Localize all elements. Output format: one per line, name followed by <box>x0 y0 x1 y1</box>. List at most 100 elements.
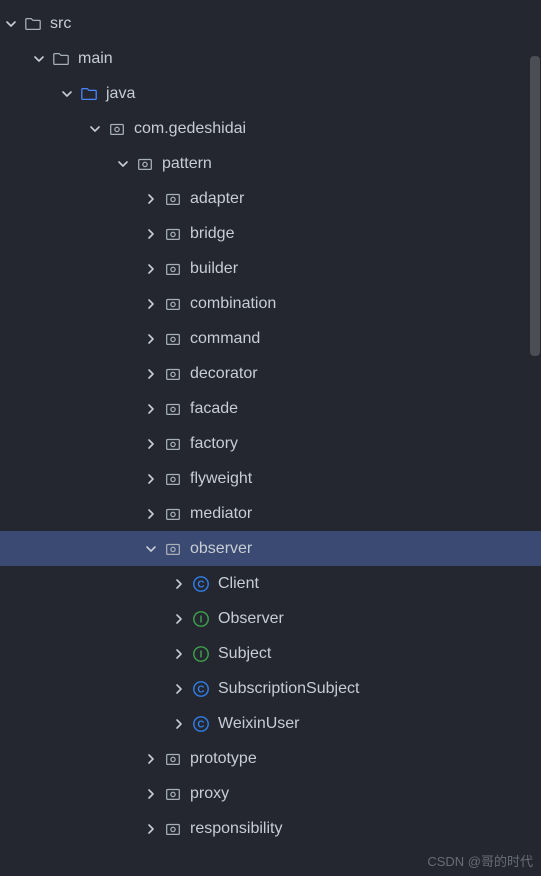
package-icon <box>106 120 128 138</box>
chevron-right-icon[interactable] <box>168 648 190 660</box>
package-icon <box>162 785 184 803</box>
tree-item[interactable]: decorator <box>0 356 541 391</box>
interface-icon: I <box>190 610 212 628</box>
class-icon: C <box>190 715 212 733</box>
tree-item[interactable]: observer <box>0 531 541 566</box>
package-icon <box>162 400 184 418</box>
tree-item-label: flyweight <box>190 470 252 488</box>
chevron-right-icon[interactable] <box>140 368 162 380</box>
tree-item[interactable]: C Client <box>0 566 541 601</box>
tree-item[interactable]: java <box>0 76 541 111</box>
class-icon: C <box>190 575 212 593</box>
package-icon <box>162 295 184 313</box>
package-icon <box>162 365 184 383</box>
chevron-right-icon[interactable] <box>168 718 190 730</box>
tree-item-label: combination <box>190 295 276 313</box>
tree-item[interactable]: builder <box>0 251 541 286</box>
package-icon <box>162 225 184 243</box>
tree-item-label: facade <box>190 400 238 418</box>
tree-item[interactable]: src <box>0 6 541 41</box>
chevron-right-icon[interactable] <box>140 333 162 345</box>
chevron-down-icon[interactable] <box>140 543 162 555</box>
chevron-right-icon[interactable] <box>140 228 162 240</box>
tree-item-label: Observer <box>218 610 284 628</box>
tree-item[interactable]: mediator <box>0 496 541 531</box>
package-icon <box>134 155 156 173</box>
chevron-down-icon[interactable] <box>84 123 106 135</box>
chevron-right-icon[interactable] <box>140 508 162 520</box>
chevron-right-icon[interactable] <box>140 473 162 485</box>
tree-item-label: src <box>50 15 71 33</box>
package-icon <box>162 750 184 768</box>
scrollbar-thumb[interactable] <box>530 56 540 356</box>
tree-item-label: observer <box>190 540 252 558</box>
svg-text:C: C <box>197 579 204 590</box>
source-folder-icon <box>78 85 100 103</box>
interface-icon: I <box>190 645 212 663</box>
svg-text:I: I <box>200 649 203 660</box>
tree-item-label: adapter <box>190 190 244 208</box>
chevron-down-icon[interactable] <box>112 158 134 170</box>
tree-item[interactable]: flyweight <box>0 461 541 496</box>
tree-item-label: prototype <box>190 750 257 768</box>
tree-item[interactable]: I Subject <box>0 636 541 671</box>
tree-item-label: Client <box>218 575 259 593</box>
folder-open-icon <box>22 15 44 33</box>
tree-item-label: proxy <box>190 785 229 803</box>
tree-item-label: SubscriptionSubject <box>218 680 359 698</box>
tree-item-label: main <box>78 50 113 68</box>
tree-item[interactable]: C WeixinUser <box>0 706 541 741</box>
chevron-right-icon[interactable] <box>140 788 162 800</box>
chevron-right-icon[interactable] <box>140 403 162 415</box>
chevron-right-icon[interactable] <box>140 298 162 310</box>
tree-item-label: WeixinUser <box>218 715 300 733</box>
package-icon <box>162 190 184 208</box>
svg-text:C: C <box>197 719 204 730</box>
project-tree[interactable]: srcmain java com.gedeshidai pattern adapter b… <box>0 0 541 846</box>
tree-item-label: decorator <box>190 365 258 383</box>
tree-item[interactable]: main <box>0 41 541 76</box>
chevron-right-icon[interactable] <box>140 823 162 835</box>
tree-item[interactable]: facade <box>0 391 541 426</box>
tree-item[interactable]: command <box>0 321 541 356</box>
tree-item[interactable]: I Observer <box>0 601 541 636</box>
chevron-right-icon[interactable] <box>168 578 190 590</box>
svg-text:I: I <box>200 614 203 625</box>
tree-item[interactable]: bridge <box>0 216 541 251</box>
tree-item-label: java <box>106 85 135 103</box>
tree-item-label: com.gedeshidai <box>134 120 246 138</box>
tree-item[interactable]: com.gedeshidai <box>0 111 541 146</box>
package-icon <box>162 470 184 488</box>
tree-item-label: Subject <box>218 645 271 663</box>
tree-item[interactable]: factory <box>0 426 541 461</box>
tree-item[interactable]: combination <box>0 286 541 321</box>
tree-item[interactable]: prototype <box>0 741 541 776</box>
tree-item[interactable]: pattern <box>0 146 541 181</box>
chevron-right-icon[interactable] <box>140 193 162 205</box>
package-icon <box>162 260 184 278</box>
chevron-right-icon[interactable] <box>140 753 162 765</box>
tree-item-label: builder <box>190 260 238 278</box>
chevron-right-icon[interactable] <box>140 438 162 450</box>
package-icon <box>162 330 184 348</box>
tree-item[interactable]: C SubscriptionSubject <box>0 671 541 706</box>
chevron-right-icon[interactable] <box>168 683 190 695</box>
package-icon <box>162 540 184 558</box>
chevron-down-icon[interactable] <box>56 88 78 100</box>
tree-item-label: responsibility <box>190 820 282 838</box>
tree-item-label: factory <box>190 435 238 453</box>
tree-item-label: bridge <box>190 225 234 243</box>
chevron-down-icon[interactable] <box>0 18 22 30</box>
svg-text:C: C <box>197 684 204 695</box>
tree-item[interactable]: adapter <box>0 181 541 216</box>
tree-item[interactable]: proxy <box>0 776 541 811</box>
tree-item-label: mediator <box>190 505 252 523</box>
package-icon <box>162 505 184 523</box>
chevron-down-icon[interactable] <box>28 53 50 65</box>
package-icon <box>162 435 184 453</box>
chevron-right-icon[interactable] <box>140 263 162 275</box>
watermark: CSDN @哥的时代 <box>427 851 533 870</box>
chevron-right-icon[interactable] <box>168 613 190 625</box>
tree-item-label: pattern <box>162 155 212 173</box>
tree-item[interactable]: responsibility <box>0 811 541 846</box>
